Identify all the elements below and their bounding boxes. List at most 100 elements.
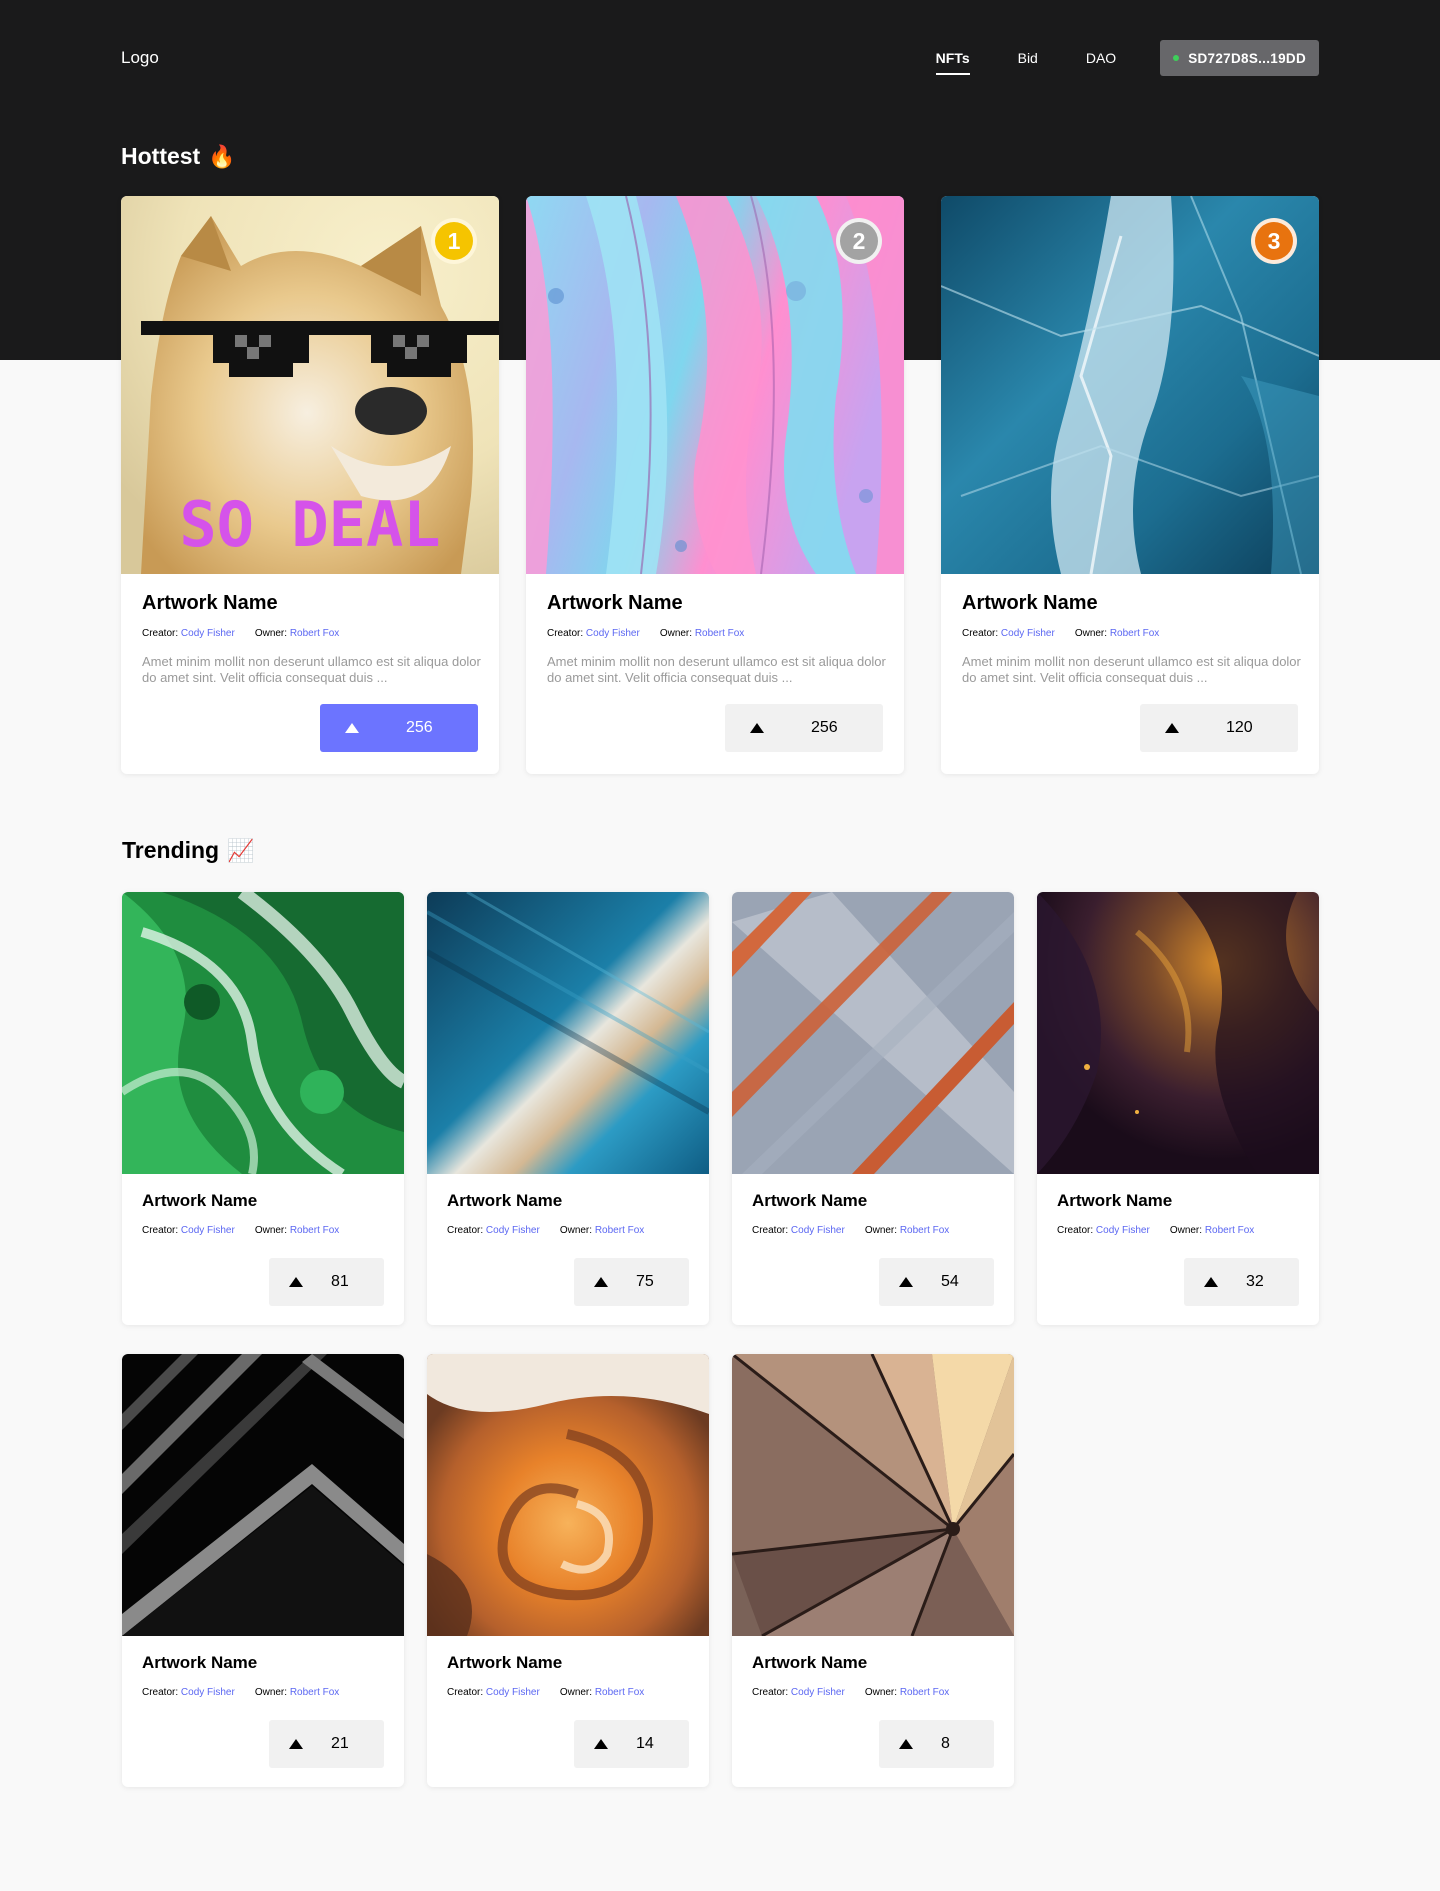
creator-link[interactable]: Cody Fisher <box>791 1687 845 1698</box>
upvote-arrow-icon <box>594 1739 608 1749</box>
upvote-button[interactable]: 8 <box>879 1720 994 1768</box>
trending-card-3[interactable]: Artwork Name Creator: Cody Fisher Owner:… <box>732 892 1014 1325</box>
upvote-button[interactable]: 14 <box>574 1720 689 1768</box>
artwork-image[interactable]: 2 <box>526 196 904 574</box>
creator-label: Creator: <box>447 1225 484 1236</box>
upvote-button[interactable]: 21 <box>269 1720 384 1768</box>
hottest-card-1[interactable]: SO DEAL 1 Artwork Name Creator: Cody Fis… <box>121 196 499 774</box>
owner-link[interactable]: Robert Fox <box>695 628 744 639</box>
owner-label: Owner: <box>254 1225 288 1236</box>
owner-label: Owner: <box>559 1687 593 1698</box>
artwork-name[interactable]: Artwork Name <box>447 1653 562 1673</box>
creator: Creator: Cody Fisher <box>752 1687 845 1698</box>
art-caption-text: SO DEAL <box>179 488 440 561</box>
owner-link[interactable]: Robert Fox <box>290 1225 339 1236</box>
creator-link[interactable]: Cody Fisher <box>181 628 235 639</box>
creator-label: Creator: <box>142 1225 179 1236</box>
upvote-arrow-icon <box>594 1277 608 1287</box>
owner-link[interactable]: Robert Fox <box>595 1225 644 1236</box>
artwork-image[interactable] <box>427 892 709 1174</box>
creator-label: Creator: <box>752 1687 789 1698</box>
nav-item-nfts[interactable]: NFTs <box>935 50 970 75</box>
artwork-image[interactable] <box>122 1354 404 1636</box>
artwork-name[interactable]: Artwork Name <box>752 1653 867 1673</box>
upvote-arrow-icon <box>289 1739 303 1749</box>
owner-link[interactable]: Robert Fox <box>290 628 339 639</box>
trending-card-6[interactable]: Artwork Name Creator: Cody Fisher Owner:… <box>427 1354 709 1787</box>
owner-link[interactable]: Robert Fox <box>290 1687 339 1698</box>
owner-link[interactable]: Robert Fox <box>1205 1225 1254 1236</box>
vote-count: 75 <box>636 1273 654 1290</box>
vote-count: 81 <box>331 1273 349 1290</box>
artwork-image[interactable] <box>1037 892 1319 1174</box>
creator-link[interactable]: Cody Fisher <box>791 1225 845 1236</box>
nav-item-dao[interactable]: DAO <box>1086 50 1116 66</box>
artwork-image[interactable] <box>427 1354 709 1636</box>
upvote-button[interactable]: 256 <box>320 704 478 752</box>
creator-link[interactable]: Cody Fisher <box>1001 628 1055 639</box>
artwork-description: Amet minim mollit non deserunt ullamco e… <box>142 654 481 685</box>
owner-label: Owner: <box>659 628 693 639</box>
owner-link[interactable]: Robert Fox <box>595 1687 644 1698</box>
upvote-arrow-icon <box>1204 1277 1218 1287</box>
upvote-button[interactable]: 32 <box>1184 1258 1299 1306</box>
artwork-description: Amet minim mollit non deserunt ullamco e… <box>962 654 1301 685</box>
artwork-image[interactable] <box>732 892 1014 1174</box>
artwork-name[interactable]: Artwork Name <box>447 1191 562 1211</box>
trending-card-2[interactable]: Artwork Name Creator: Cody Fisher Owner:… <box>427 892 709 1325</box>
upvote-button[interactable]: 75 <box>574 1258 689 1306</box>
owner-label: Owner: <box>864 1225 898 1236</box>
creator-link[interactable]: Cody Fisher <box>486 1687 540 1698</box>
trending-card-1[interactable]: Artwork Name Creator: Cody Fisher Owner:… <box>122 892 404 1325</box>
creator-link[interactable]: Cody Fisher <box>1096 1225 1150 1236</box>
upvote-button[interactable]: 81 <box>269 1258 384 1306</box>
creator: Creator: Cody Fisher <box>752 1225 845 1236</box>
creator: Creator: Cody Fisher <box>447 1687 540 1698</box>
wallet-address-button[interactable]: SD727D8S...19DD <box>1160 40 1319 76</box>
nav-item-bid[interactable]: Bid <box>1018 50 1038 66</box>
creator-label: Creator: <box>752 1225 789 1236</box>
upvote-arrow-icon <box>289 1277 303 1287</box>
artwork-name[interactable]: Artwork Name <box>142 1191 257 1211</box>
owner: Owner: Robert Fox <box>1170 1225 1254 1236</box>
wallet-address: SD727D8S...19DD <box>1188 50 1306 66</box>
vote-count: 256 <box>406 719 433 736</box>
artwork-image[interactable]: 3 <box>941 196 1319 574</box>
artwork-image[interactable]: SO DEAL 1 <box>121 196 499 574</box>
vote-count: 8 <box>941 1735 950 1752</box>
creator-link[interactable]: Cody Fisher <box>586 628 640 639</box>
artwork-image[interactable] <box>122 892 404 1174</box>
vote-count: 14 <box>636 1735 654 1752</box>
creator-link[interactable]: Cody Fisher <box>181 1687 235 1698</box>
artwork-name[interactable]: Artwork Name <box>962 592 1098 615</box>
card-meta: Creator: Cody Fisher Owner: Robert Fox <box>142 628 339 639</box>
upvote-button[interactable]: 256 <box>725 704 883 752</box>
card-meta: Creator: Cody Fisher Owner: Robert Fox <box>142 1687 339 1698</box>
trending-card-7[interactable]: Artwork Name Creator: Cody Fisher Owner:… <box>732 1354 1014 1787</box>
trending-title-text: Trending <box>122 837 220 863</box>
artwork-name[interactable]: Artwork Name <box>547 592 683 615</box>
creator-label: Creator: <box>547 628 584 639</box>
creator-link[interactable]: Cody Fisher <box>181 1225 235 1236</box>
artwork-name[interactable]: Artwork Name <box>752 1191 867 1211</box>
artwork-name[interactable]: Artwork Name <box>142 1653 257 1673</box>
logo[interactable]: Logo <box>121 48 159 68</box>
trending-card-4[interactable]: Artwork Name Creator: Cody Fisher Owner:… <box>1037 892 1319 1325</box>
upvote-button[interactable]: 120 <box>1140 704 1298 752</box>
owner-label: Owner: <box>254 1687 288 1698</box>
artwork-name[interactable]: Artwork Name <box>1057 1191 1172 1211</box>
owner-label: Owner: <box>864 1687 898 1698</box>
chart-increasing-icon: 📈 <box>227 837 255 863</box>
owner-link[interactable]: Robert Fox <box>1110 628 1159 639</box>
hottest-card-3[interactable]: 3 Artwork Name Creator: Cody Fisher Owne… <box>941 196 1319 774</box>
owner-label: Owner: <box>254 628 288 639</box>
upvote-button[interactable]: 54 <box>879 1258 994 1306</box>
hottest-card-2[interactable]: 2 Artwork Name Creator: Cody Fisher Owne… <box>526 196 904 774</box>
owner-link[interactable]: Robert Fox <box>900 1687 949 1698</box>
artwork-name[interactable]: Artwork Name <box>142 592 278 615</box>
artwork-image[interactable] <box>732 1354 1014 1636</box>
creator-link[interactable]: Cody Fisher <box>486 1225 540 1236</box>
trending-card-5[interactable]: Artwork Name Creator: Cody Fisher Owner:… <box>122 1354 404 1787</box>
card-meta: Creator: Cody Fisher Owner: Robert Fox <box>1057 1225 1254 1236</box>
owner-link[interactable]: Robert Fox <box>900 1225 949 1236</box>
